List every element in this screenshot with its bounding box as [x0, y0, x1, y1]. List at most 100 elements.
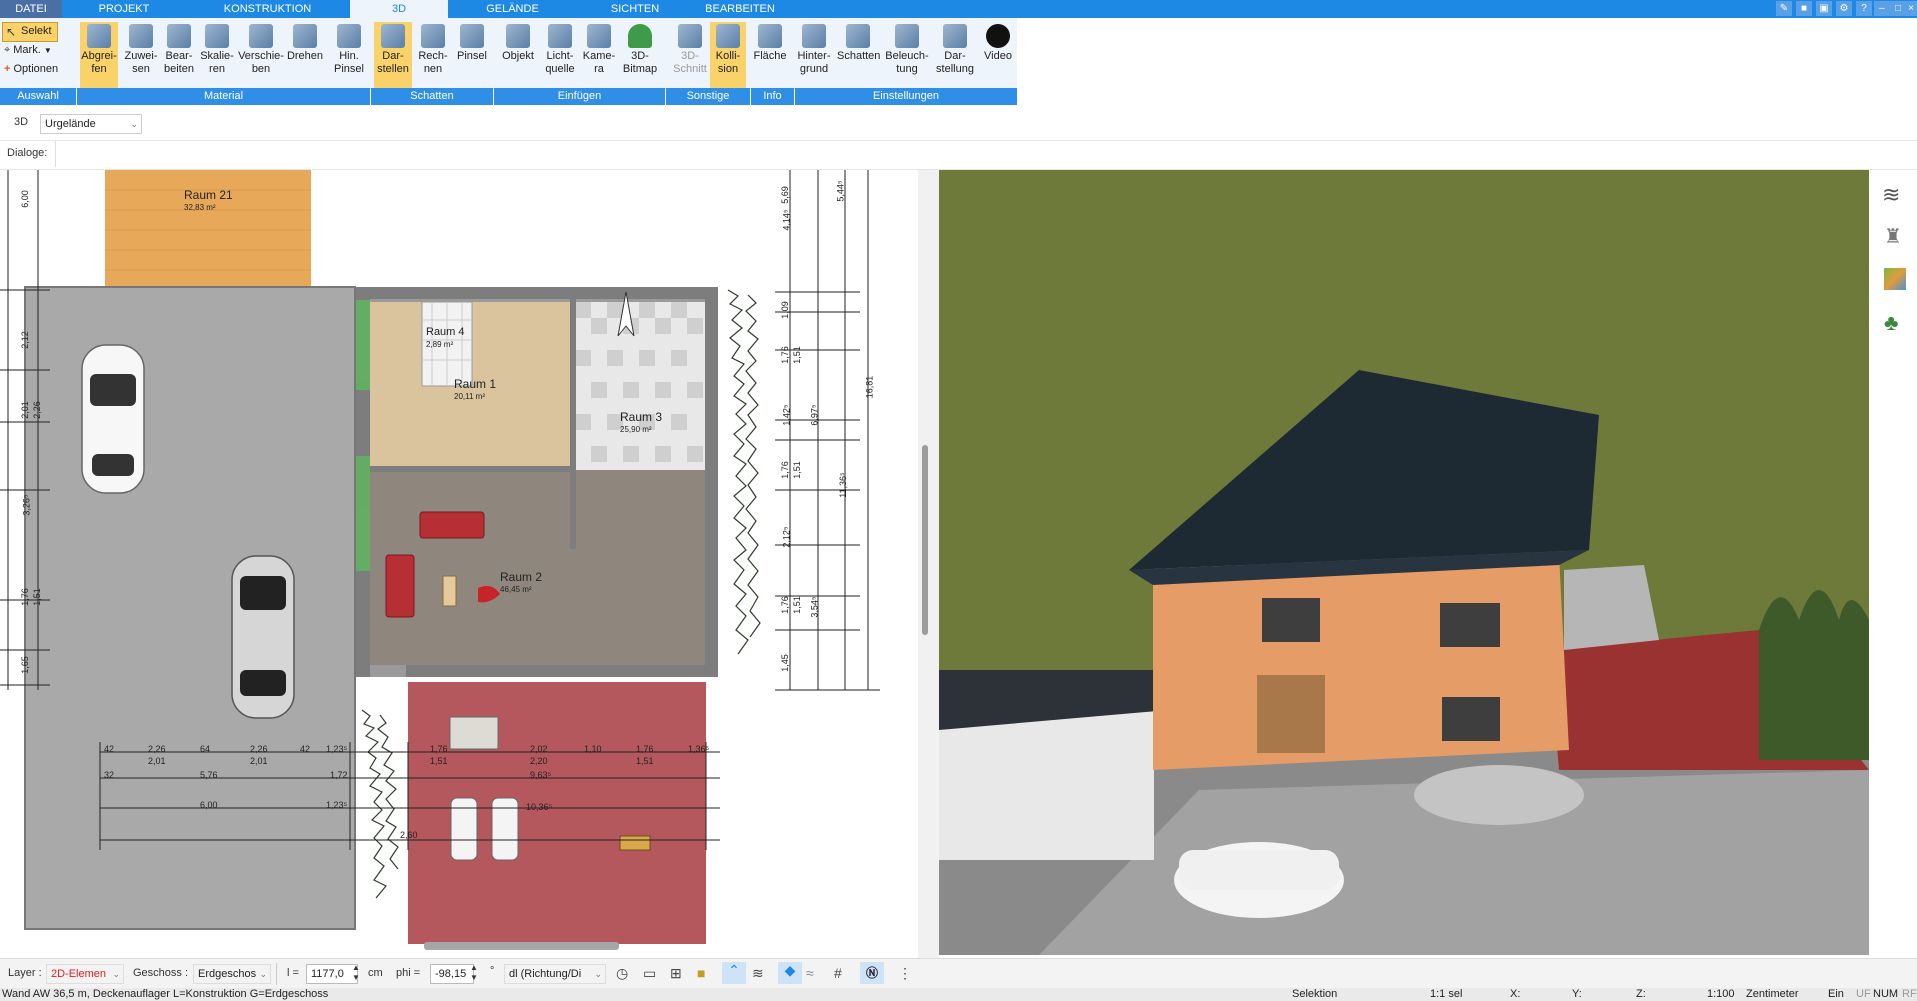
tab-sichten[interactable]: SICHTEN [595, 0, 675, 18]
divider [55, 141, 56, 167]
mark-button[interactable]: ⌖ Mark. ▼ [4, 44, 52, 57]
floor-plan-canvas[interactable] [0, 170, 918, 958]
dimension-label: 10,36⁵ [526, 802, 553, 812]
close-icon[interactable]: × [1905, 1, 1917, 16]
optionen-label: Optionen [13, 63, 59, 75]
beleuchtung-icon [895, 24, 919, 48]
wall-icon[interactable]: ≋ [752, 965, 764, 982]
selekt-button[interactable]: ↖ Selekt [2, 22, 58, 42]
room-label: Raum 2 [500, 570, 543, 584]
skalieren-button[interactable]: Skalie- ren [199, 22, 235, 88]
tab-konstruktion[interactable]: KONSTRUKTION [210, 0, 325, 18]
3d-view[interactable] [939, 170, 1869, 955]
hintergrund-button[interactable]: Hinter- grund [793, 22, 835, 88]
verschieben-button[interactable]: Verschie- ben [238, 22, 284, 88]
darstellung-button[interactable]: Dar- stellung [934, 22, 976, 88]
help-icon[interactable]: ? [1856, 1, 1872, 16]
chair-icon[interactable]: ♜ [1884, 224, 1902, 249]
floor-plan-view[interactable]: Raum 21 32,83 m² Raum 4 2,89 m² Raum 1 2… [0, 170, 918, 958]
geschoss-select[interactable]: Erdgeschos ⌄ [193, 964, 271, 984]
dimension-label: 1,45 [779, 654, 790, 672]
dimension-label: 1,23⁵ [326, 800, 348, 810]
snap-icon[interactable]: ⊞ [670, 965, 682, 982]
dimension-label: 1,51 [791, 346, 802, 364]
schatten-button[interactable]: Schatten [837, 22, 881, 88]
zuweisen-button[interactable]: Zuwei- sen [123, 22, 159, 88]
kollision-button[interactable]: Kolli- sion [710, 22, 746, 88]
vertical-scrollbar[interactable] [922, 445, 928, 635]
beleuchtung-button[interactable]: Beleuch- tung [884, 22, 930, 88]
length-stepper[interactable]: ▲ ▼ [352, 963, 360, 983]
tree-icon[interactable]: ♣ [1884, 310, 1898, 336]
abgreifen-button[interactable]: Abgrei- fen [80, 22, 118, 88]
dimension-label: 5,69 [779, 186, 790, 204]
verschieben-icon [249, 24, 273, 48]
room-area: 32,83 m² [184, 203, 216, 212]
maximize-icon[interactable]: □ [1890, 1, 1906, 16]
darstellen-icon [381, 24, 405, 48]
group-info: Info [751, 88, 794, 105]
drehen-button[interactable]: Drehen [286, 22, 324, 88]
kamera-icon [587, 24, 611, 48]
layer-select[interactable]: 2D-Elemen ⌄ [46, 964, 124, 984]
monitor-icon[interactable]: ▭ [643, 965, 656, 982]
ribbon-button-label: Kame- ra [582, 50, 616, 75]
flaeche-button[interactable]: Fläche [750, 22, 790, 88]
3d-bitmap-button[interactable]: 3D- Bitmap [620, 22, 660, 88]
bearbeiten-button[interactable]: Bear- beiten [160, 22, 198, 88]
palette-icon[interactable]: ■ [1796, 1, 1812, 16]
tab-datei[interactable]: DATEI [0, 0, 62, 18]
length-input[interactable]: 1177,0 [306, 964, 358, 984]
ribbon-button-label: Beleuch- tung [885, 50, 929, 75]
lichtquelle-button[interactable]: Licht- quelle [541, 22, 579, 88]
dimension-label: 3,54⁵ [809, 596, 820, 618]
ribbon-button-label: Hinter- grund [797, 50, 831, 75]
chevron-down-icon: ⌄ [112, 969, 120, 979]
objekt-button[interactable]: Objekt [498, 22, 538, 88]
hin-pinsel-button[interactable]: Hin. Pinsel [330, 22, 368, 88]
tab-bearbeiten[interactable]: BEARBEITEN [700, 0, 780, 18]
terrain-select[interactable]: Urgelände ⌄ [40, 114, 142, 134]
angle-input[interactable]: -98,15 [430, 964, 474, 984]
north-icon[interactable]: Ⓝ [860, 962, 884, 984]
object-icon[interactable]: ■ [697, 965, 705, 981]
window-icon[interactable]: ▣ [1816, 1, 1832, 16]
tab-gelaende[interactable]: GELÄNDE [470, 0, 555, 18]
dimension-label: 6,00 [19, 190, 30, 208]
dimension-label: 1,51 [31, 588, 42, 606]
minimize-icon[interactable]: – [1874, 1, 1890, 16]
dimension-label: 1,23⁵ [326, 744, 348, 754]
layers-icon[interactable]: ≋ [1882, 182, 1900, 208]
3d-canvas[interactable] [939, 170, 1869, 955]
dimension-label: 1,76 [779, 596, 790, 614]
pinsel-button[interactable]: Pinsel [454, 22, 490, 88]
video-button[interactable]: Video [980, 22, 1016, 88]
dimension-label: 1,76 [430, 744, 448, 754]
chevron-down-icon: ⌄ [594, 969, 602, 979]
room-area: 20,11 m² [454, 392, 485, 401]
optionen-button[interactable]: + Optionen [4, 63, 58, 75]
ribbon-button-label: Schatten [837, 50, 881, 62]
tools-icon[interactable]: ✎ [1776, 1, 1792, 16]
darstellen-button[interactable]: Dar- stellen [374, 22, 412, 88]
direction-select[interactable]: dl (Richtung/Di ⌄ [504, 964, 606, 984]
clock-icon[interactable]: ◷ [616, 965, 628, 982]
grid-icon[interactable]: # [834, 965, 842, 981]
dimension-label: 64 [200, 744, 211, 754]
material-icon[interactable] [1884, 268, 1906, 290]
tab-3d[interactable]: 3D [350, 0, 448, 18]
more-icon[interactable]: ⋮ [898, 965, 912, 982]
kamera-button[interactable]: Kame- ra [581, 22, 617, 88]
3d-schnitt-button[interactable]: 3D- Schnitt [672, 22, 708, 88]
rechnen-button[interactable]: Rech- nen [415, 22, 451, 88]
ribbon-button-label: 3D- Bitmap [622, 50, 658, 75]
angle-stepper[interactable]: ▲ ▼ [470, 963, 478, 983]
fill-icon[interactable]: ≈ [806, 965, 814, 981]
splitter[interactable] [918, 170, 939, 958]
settings-icon[interactable]: ⚙ [1836, 1, 1852, 16]
dimension-label: 2,01 [148, 756, 166, 766]
plane-icon[interactable]: ◆ [778, 962, 802, 984]
line-icon[interactable]: ⌃ [722, 962, 746, 984]
tab-projekt[interactable]: PROJEKT [82, 0, 166, 18]
dimension-label: 1,51 [791, 461, 802, 479]
